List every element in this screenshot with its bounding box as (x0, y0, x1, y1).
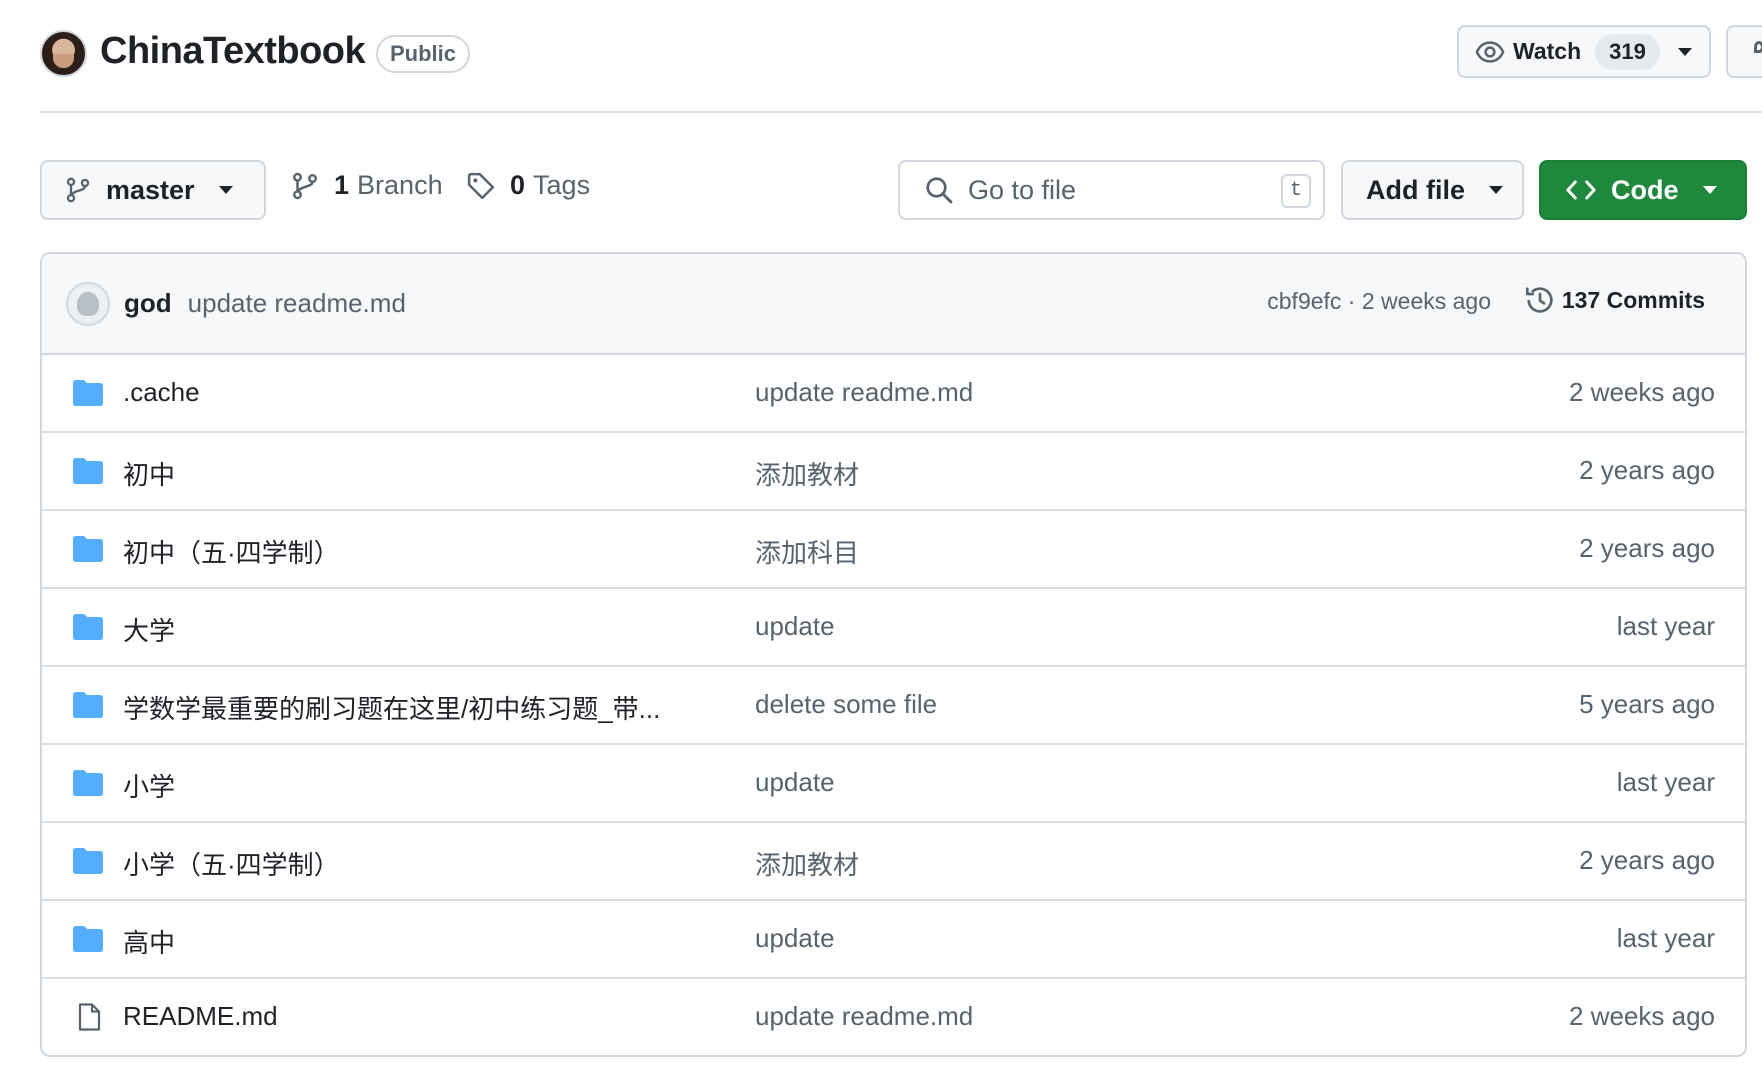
folder-icon (73, 536, 103, 562)
file-updated-time: last year (1616, 767, 1715, 797)
file-row[interactable]: 学数学最重要的刷习题在这里/初中练习题_带... delete some fil… (42, 667, 1745, 745)
file-updated-time: 5 years ago (1579, 689, 1715, 719)
folder-icon (73, 926, 103, 952)
file-row[interactable]: 高中 update last year (42, 901, 1745, 979)
file-row[interactable]: 小学（五·四学制） 添加教材 2 years ago (42, 823, 1745, 901)
go-to-file-input[interactable]: Go to file t (898, 160, 1325, 220)
branch-name: master (106, 174, 195, 205)
branches-count: 1 (334, 170, 350, 200)
file-commit-message[interactable]: delete some file (755, 689, 937, 720)
file-row[interactable]: README.md update readme.md 2 weeks ago (42, 979, 1745, 1055)
watch-label: Watch (1513, 38, 1582, 64)
eye-icon (1475, 40, 1505, 63)
file-commit-message[interactable]: 添加教材 (755, 455, 859, 492)
file-name[interactable]: 初中（五·四学制） (123, 533, 340, 570)
latest-commit-bar: god update readme.md cbf9efc · 2 weeks a… (42, 254, 1745, 355)
folder-icon (73, 770, 103, 796)
folder-icon (73, 848, 103, 874)
chevron-down-icon (1702, 186, 1717, 194)
repo-header: ChinaTextbook Public Watch 319 (40, 0, 1762, 113)
watch-button[interactable]: Watch 319 (1457, 25, 1711, 78)
file-name[interactable]: 高中 (123, 923, 175, 960)
repo-title[interactable]: ChinaTextbook (100, 30, 366, 73)
chevron-down-icon (218, 186, 233, 194)
file-commit-message[interactable]: update readme.md (755, 1001, 973, 1032)
code-label: Code (1611, 174, 1679, 205)
commit-message[interactable]: update readme.md (188, 288, 406, 319)
owner-avatar[interactable] (40, 30, 87, 77)
code-button[interactable]: Code (1539, 160, 1747, 220)
keyboard-shortcut-hint: t (1281, 174, 1311, 208)
visibility-badge: Public (376, 35, 471, 73)
file-commit-message[interactable]: update readme.md (755, 377, 973, 408)
file-commit-message[interactable]: update (755, 923, 835, 954)
file-row[interactable]: .cache update readme.md 2 weeks ago (42, 355, 1745, 433)
tags-label: Tags (533, 170, 591, 200)
branches-link[interactable]: 1 Branch (290, 170, 443, 201)
search-icon (926, 177, 953, 204)
folder-icon (73, 614, 103, 640)
add-file-label: Add file (1366, 174, 1465, 205)
file-updated-time: last year (1616, 923, 1715, 953)
file-commit-message[interactable]: update (755, 767, 835, 798)
commit-author[interactable]: god (124, 288, 172, 319)
file-commit-message[interactable]: 添加科目 (755, 533, 859, 570)
git-branch-icon (66, 177, 90, 203)
watch-count: 319 (1595, 33, 1660, 70)
file-name[interactable]: 学数学最重要的刷习题在这里/初中练习题_带... (123, 689, 660, 726)
file-updated-time: last year (1616, 611, 1715, 641)
chevron-down-icon[interactable] (1677, 47, 1692, 56)
file-name[interactable]: 小学（五·四学制） (123, 845, 340, 882)
folder-icon (73, 380, 103, 406)
file-row[interactable]: 小学 update last year (42, 745, 1745, 823)
tags-count: 0 (510, 170, 526, 200)
file-name[interactable]: 初中 (123, 455, 175, 492)
file-updated-time: 2 weeks ago (1569, 377, 1715, 407)
file-icon (78, 1003, 101, 1031)
file-updated-time: 2 years ago (1579, 845, 1715, 875)
file-updated-time: 2 years ago (1579, 533, 1715, 563)
pin-icon (1754, 41, 1762, 53)
file-row[interactable]: 初中（五·四学制） 添加科目 2 years ago (42, 511, 1745, 589)
search-placeholder: Go to file (968, 174, 1077, 205)
file-name[interactable]: 小学 (123, 767, 175, 804)
folder-icon (73, 692, 103, 718)
file-name[interactable]: 大学 (123, 611, 175, 648)
file-commit-message[interactable]: 添加教材 (755, 845, 859, 882)
fork-button[interactable] (1726, 25, 1762, 78)
commit-hash-and-time[interactable]: cbf9efc · 2 weeks ago (1267, 288, 1491, 315)
file-commit-message[interactable]: update (755, 611, 835, 642)
file-updated-time: 2 years ago (1579, 455, 1715, 485)
history-icon (1525, 287, 1553, 313)
git-branch-icon (293, 172, 317, 199)
file-name[interactable]: README.md (123, 1001, 278, 1032)
code-icon (1566, 180, 1596, 200)
tags-link[interactable]: 0 Tags (466, 170, 590, 201)
file-row[interactable]: 初中 添加教材 2 years ago (42, 433, 1745, 511)
tag-icon (467, 172, 495, 199)
folder-icon (73, 458, 103, 484)
branch-selector[interactable]: master (40, 160, 266, 220)
file-updated-time: 2 weeks ago (1569, 1001, 1715, 1031)
file-row[interactable]: 大学 update last year (42, 589, 1745, 667)
file-name[interactable]: .cache (123, 377, 200, 408)
branches-label: Branch (357, 170, 443, 200)
file-table: god update readme.md cbf9efc · 2 weeks a… (40, 252, 1747, 1057)
commit-author-avatar[interactable] (66, 281, 110, 326)
commits-history-link[interactable]: 137 Commits (1524, 284, 1705, 316)
chevron-down-icon (1489, 186, 1503, 194)
add-file-button[interactable]: Add file (1341, 160, 1524, 220)
commits-count-label: 137 Commits (1561, 286, 1705, 313)
